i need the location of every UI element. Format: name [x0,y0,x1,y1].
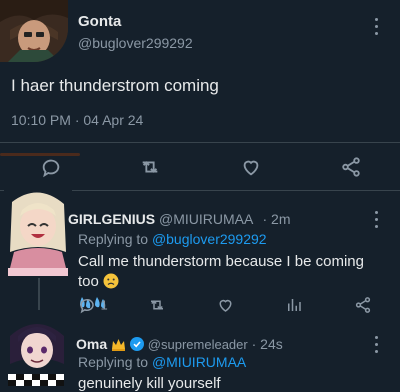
reply-icon [78,296,96,314]
replying-prefix: Replying to [78,354,149,370]
reply2-time[interactable]: 24s [260,336,283,352]
reply1-time[interactable]: 2m [271,211,290,227]
more-icon[interactable] [373,336,379,356]
reply1-text: Call me thunderstorm because I be coming… [78,253,364,290]
reply1-display-name[interactable]: GIRLGENIUS [68,211,155,227]
verified-badge-icon [129,337,144,354]
avatar-gonta[interactable] [0,0,68,62]
like-icon[interactable] [216,296,235,314]
author-display-name[interactable]: Gonta [78,13,121,30]
share-icon[interactable] [340,156,362,178]
reply2-header: Oma @supremeleader · 24s [76,336,283,354]
reply2-separator: · [251,336,257,352]
views-icon[interactable] [285,296,303,314]
reply1-separator: · [262,211,268,227]
avatar-oma[interactable] [4,310,70,386]
reply2-display-name[interactable]: Oma [76,336,107,352]
replying-to-handle[interactable]: @buglover299292 [152,231,267,247]
more-icon[interactable] [373,211,379,231]
divider [0,142,400,143]
tweet-timestamp[interactable]: 10:10 PM · 04 Apr 24 [11,112,143,128]
reply2-replying-to: Replying to @MIUIRUMAA [78,354,246,370]
tweet-time: 10:10 PM [11,112,71,128]
author-handle[interactable]: @buglover299292 [78,35,193,51]
retweet-icon[interactable] [138,156,162,178]
reply-icon[interactable] [40,156,62,178]
reply2-text: genuinely kill yourself [78,375,221,392]
crown-icon [111,338,126,354]
reply-count: 1 [100,297,108,313]
reply1-replying-to: Replying to @buglover299292 [78,231,267,247]
thread-line [38,278,40,314]
replying-to-handle[interactable]: @MIUIRUMAA [152,354,246,370]
avatar-girlgenius[interactable] [4,182,72,276]
retweet-icon[interactable] [147,296,167,314]
like-icon[interactable] [240,156,262,178]
reply1-header: GIRLGENIUS @MIUIRUMAA · 2m [68,211,290,227]
reply1-handle[interactable]: @MIUIRUMAA [159,211,253,227]
more-icon[interactable] [373,18,379,38]
timestamp-separator: · [74,112,80,128]
worried-face-icon [103,273,119,295]
reply1-reply-button[interactable]: 1 [78,296,108,314]
tweet-text: I haer thunderstrom coming [11,76,219,95]
share-icon[interactable] [354,296,372,314]
tweet-date: 04 Apr 24 [83,112,144,128]
reply2-handle[interactable]: @supremeleader [148,337,248,352]
replying-prefix: Replying to [78,231,149,247]
